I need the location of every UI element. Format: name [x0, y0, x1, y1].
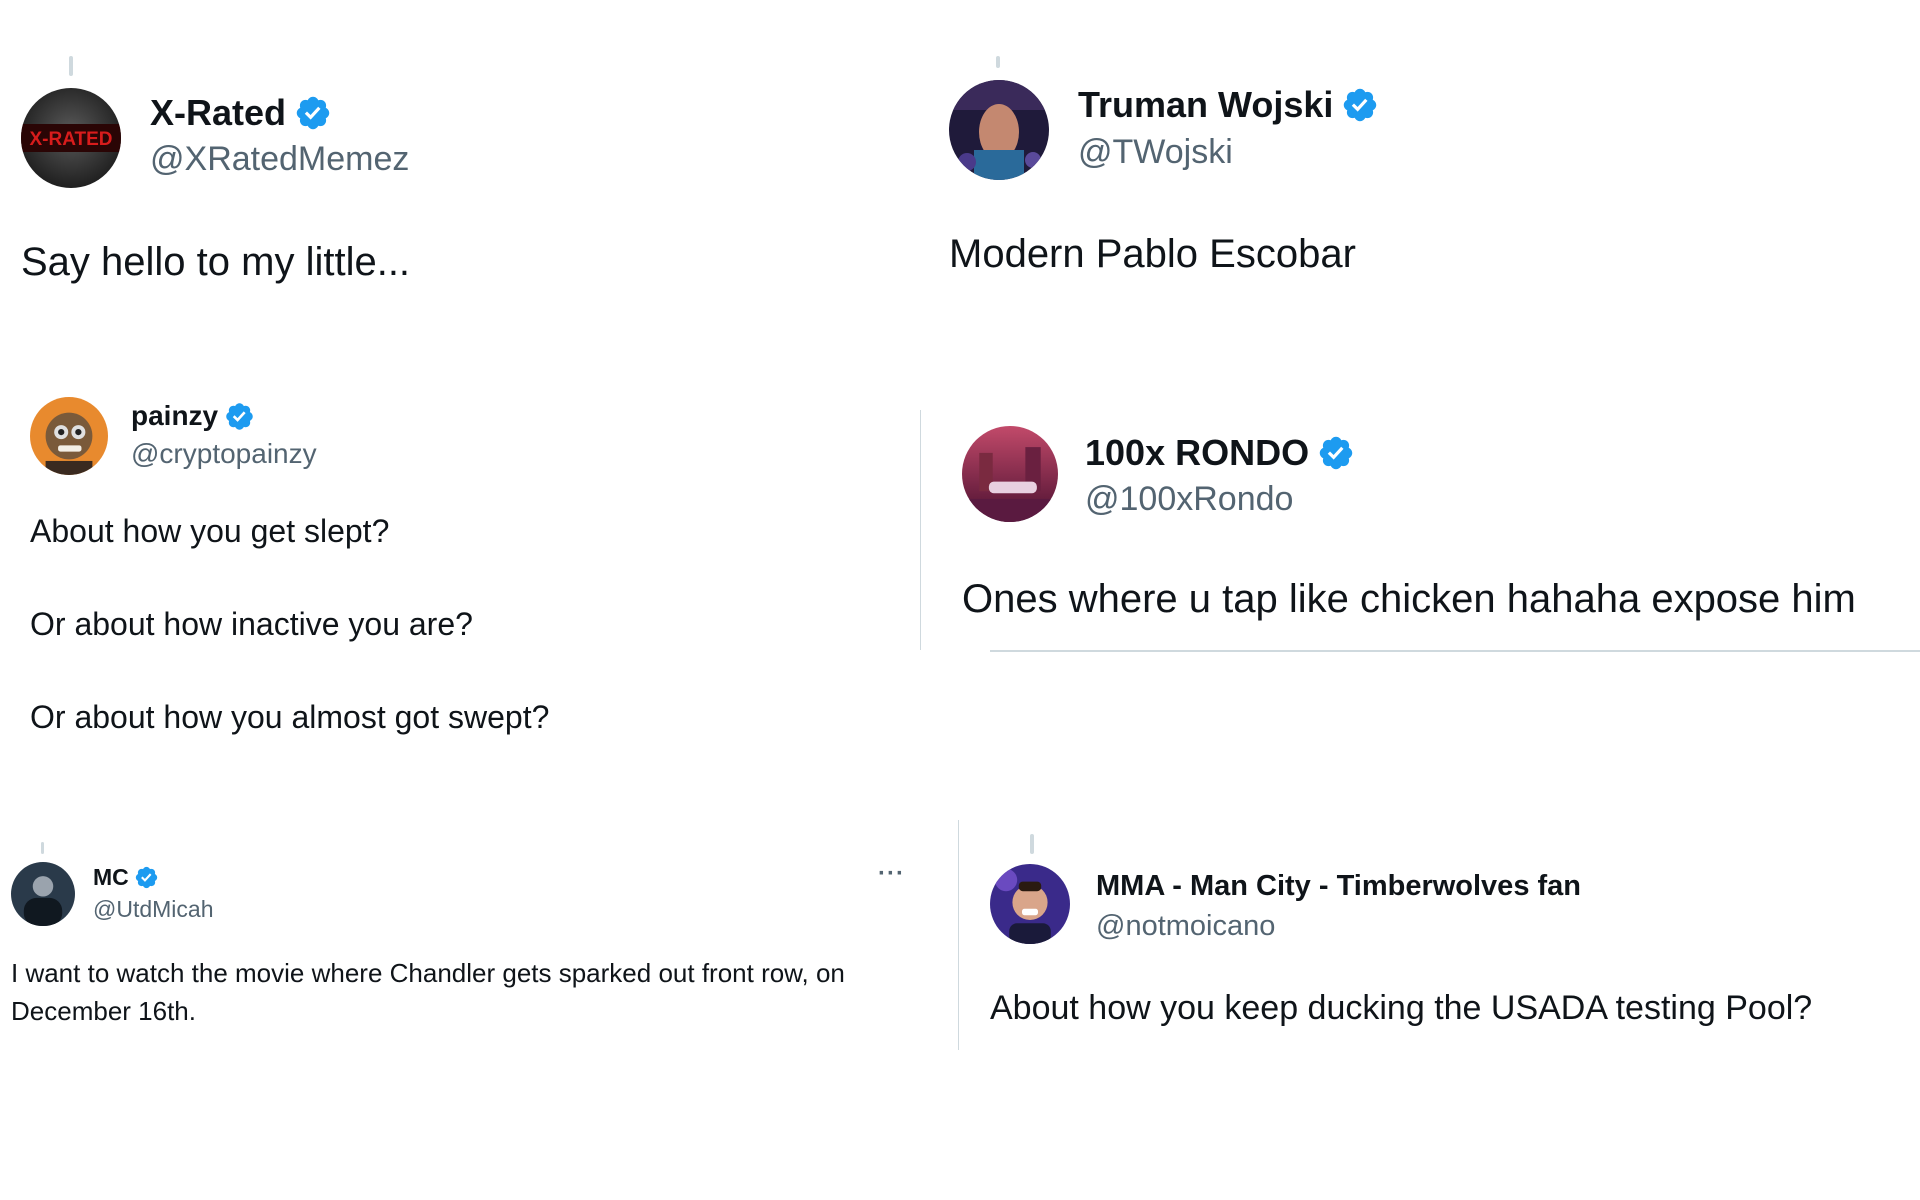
- tweet-text: I want to watch the movie where Chandler…: [11, 954, 845, 1030]
- avatar[interactable]: [11, 862, 75, 926]
- user-handle[interactable]: @cryptopainzy: [131, 438, 317, 470]
- tweet-text: About how you keep ducking the USADA tes…: [990, 989, 1813, 1027]
- verified-badge-icon: [294, 94, 332, 132]
- thread-line: [41, 842, 44, 854]
- avatar-image: [990, 864, 1070, 944]
- tweet-text-line: December 16th.: [11, 996, 196, 1026]
- tweet-text: Ones where u tap like chicken hahaha exp…: [962, 577, 1856, 621]
- tweet-text-line: About how you get slept?: [30, 513, 390, 549]
- tweet-100x-rondo[interactable]: 100x RONDO @100xRondo Ones where u tap l…: [940, 360, 1920, 680]
- thread-line: [1030, 834, 1034, 854]
- tweet-bottom-border: [990, 650, 1920, 652]
- display-name[interactable]: X-Rated: [150, 92, 286, 134]
- avatar[interactable]: [30, 397, 108, 475]
- column-divider: [920, 410, 921, 650]
- display-name[interactable]: MMA - Man City - Timberwolves fan: [1096, 870, 1581, 903]
- user-handle[interactable]: @100xRondo: [1085, 480, 1293, 519]
- user-handle[interactable]: @TWojski: [1078, 133, 1233, 172]
- user-handle[interactable]: @XRatedMemez: [150, 140, 409, 179]
- display-name[interactable]: MC: [93, 864, 129, 891]
- tweet-text-line: I want to watch the movie where Chandler…: [11, 958, 845, 988]
- avatar[interactable]: X-RATED: [21, 88, 121, 188]
- avatar-image: [949, 80, 1049, 180]
- tweet-text-line: Or about how you almost got swept?: [30, 699, 550, 736]
- tweet-text: Modern Pablo Escobar: [949, 232, 1356, 276]
- tweet-text-line: Or about how inactive you are?: [30, 606, 473, 643]
- thread-line: [69, 56, 73, 76]
- avatar-image: [962, 426, 1058, 522]
- avatar-image: [11, 862, 75, 926]
- thread-line: [996, 56, 1000, 68]
- tweet-notmoicano[interactable]: MMA - Man City - Timberwolves fan @notmo…: [970, 820, 1920, 1060]
- tweet-x-rated[interactable]: X-RATED X-Rated @XRatedMemez Say hello t…: [0, 0, 920, 330]
- tweet-painzy[interactable]: painzy @cryptopainzy About how you get s…: [0, 360, 920, 790]
- more-options-icon[interactable]: ···: [878, 860, 905, 888]
- display-name[interactable]: Truman Wojski: [1078, 84, 1333, 126]
- verified-badge-icon: [1341, 86, 1379, 124]
- verified-badge-icon: [1317, 434, 1355, 472]
- avatar-image: [30, 397, 108, 475]
- display-name[interactable]: painzy: [131, 400, 218, 432]
- verified-badge-icon: [224, 401, 255, 432]
- user-handle[interactable]: @notmoicano: [1096, 910, 1275, 943]
- column-divider: [958, 820, 959, 1050]
- avatar[interactable]: [962, 426, 1058, 522]
- avatar-logo-text: X-RATED: [29, 129, 112, 150]
- avatar[interactable]: [949, 80, 1049, 180]
- tweet-mc[interactable]: MC @UtdMicah ··· I want to watch the mov…: [0, 830, 940, 1080]
- avatar[interactable]: [990, 864, 1070, 944]
- verified-badge-icon: [134, 865, 159, 890]
- user-handle[interactable]: @UtdMicah: [93, 896, 214, 923]
- tweet-truman-wojski[interactable]: Truman Wojski @TWojski Modern Pablo Esco…: [940, 0, 1920, 330]
- avatar-image: X-RATED: [21, 88, 121, 188]
- tweet-text: Say hello to my little...: [21, 240, 411, 284]
- display-name[interactable]: 100x RONDO: [1085, 432, 1309, 474]
- tweet-text: About how you get slept? Or about how in…: [30, 510, 549, 740]
